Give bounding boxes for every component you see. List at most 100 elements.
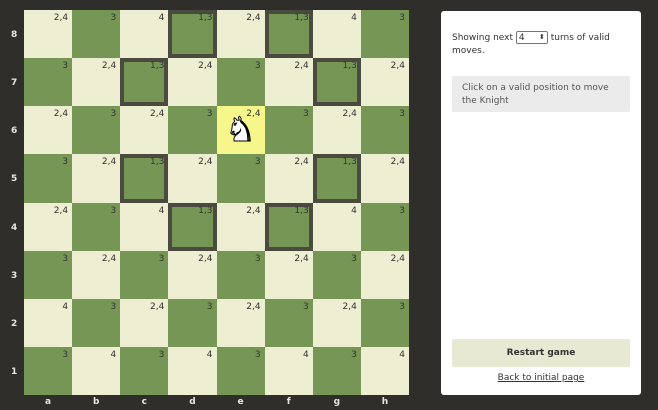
- square-h4[interactable]: 3: [360, 202, 409, 251]
- square-d4[interactable]: 1,3: [168, 202, 217, 251]
- square-g8[interactable]: 4: [312, 10, 361, 59]
- square-a1[interactable]: 3: [24, 346, 73, 395]
- restart-game-button[interactable]: Restart game: [452, 339, 630, 367]
- square-a2[interactable]: 4: [24, 298, 73, 347]
- square-a4[interactable]: 2,4: [24, 202, 73, 251]
- file-label: b: [92, 397, 100, 407]
- move-count-label: 4: [303, 349, 309, 360]
- square-g6[interactable]: 2,4: [312, 106, 361, 155]
- square-a8[interactable]: 2,4: [24, 10, 73, 59]
- move-count-label: 2,4: [101, 61, 117, 72]
- square-f3[interactable]: 2,4: [264, 250, 313, 299]
- move-count-label: 2,4: [294, 157, 309, 168]
- move-count-label: 4: [62, 301, 69, 312]
- move-count-label: 2,4: [294, 253, 309, 264]
- file-labels: a b c d e f g h: [24, 395, 409, 410]
- square-b6[interactable]: 3: [72, 106, 121, 155]
- move-count-label: 3: [62, 157, 69, 168]
- move-count-label: 2,4: [101, 253, 117, 264]
- square-e2[interactable]: 2,4: [216, 298, 265, 347]
- rank-label: 1: [11, 366, 18, 377]
- square-f4[interactable]: 1,3: [264, 202, 313, 251]
- square-d2[interactable]: 3: [168, 298, 217, 347]
- square-c4[interactable]: 4: [120, 202, 169, 251]
- square-b3[interactable]: 2,4: [72, 250, 121, 299]
- square-g4[interactable]: 4: [312, 202, 361, 251]
- square-h1[interactable]: 4: [360, 346, 409, 395]
- square-e8[interactable]: 2,4: [216, 10, 265, 59]
- square-a6[interactable]: 2,4: [24, 106, 73, 155]
- square-f5[interactable]: 2,4: [264, 154, 313, 203]
- square-a7[interactable]: 3: [24, 58, 73, 107]
- square-a5[interactable]: 3: [24, 154, 73, 203]
- move-count-label: 2,4: [246, 301, 261, 312]
- rank-label-row: 4: [0, 203, 24, 251]
- square-f1[interactable]: 4: [264, 346, 313, 395]
- square-e6[interactable]: ♞ 2,4: [216, 106, 265, 155]
- back-to-initial-page-link[interactable]: Back to initial page: [441, 373, 641, 383]
- square-c6[interactable]: 2,4: [120, 106, 169, 155]
- square-d7[interactable]: 2,4: [168, 58, 217, 107]
- move-count-label: 3: [399, 109, 405, 120]
- square-g2[interactable]: 2,4: [312, 298, 361, 347]
- square-e7[interactable]: 3: [216, 58, 265, 107]
- square-c8[interactable]: 4: [120, 10, 169, 59]
- move-count-label: 2,4: [101, 157, 117, 168]
- square-f8[interactable]: 1,3: [264, 10, 313, 59]
- square-h6[interactable]: 3: [360, 106, 409, 155]
- move-count-label: 2,4: [53, 205, 69, 216]
- move-count-label: 3: [254, 157, 261, 168]
- square-e1[interactable]: 3: [216, 346, 265, 395]
- rank-label-row: 2: [0, 299, 24, 347]
- square-c7[interactable]: 1,3: [120, 58, 169, 107]
- square-d6[interactable]: 3: [168, 106, 217, 155]
- file-label: a: [45, 397, 52, 407]
- square-c5[interactable]: 1,3: [120, 154, 169, 203]
- side-panel: Showing next 4 ⬍ turns of valid moves. Cl…: [441, 11, 641, 395]
- square-g7[interactable]: 1,3: [312, 58, 361, 107]
- square-d8[interactable]: 1,3: [168, 10, 217, 59]
- move-count-label: 1,3: [294, 205, 309, 216]
- square-b2[interactable]: 3: [72, 298, 121, 347]
- square-h7[interactable]: 2,4: [360, 58, 409, 107]
- square-h3[interactable]: 2,4: [360, 250, 409, 299]
- square-e5[interactable]: 3: [216, 154, 265, 203]
- square-h5[interactable]: 2,4: [360, 154, 409, 203]
- square-f2[interactable]: 3: [264, 298, 313, 347]
- square-g3[interactable]: 3: [312, 250, 361, 299]
- spin-arrows-icon[interactable]: ⬍: [539, 32, 545, 43]
- move-count-label: 2,4: [294, 61, 309, 72]
- square-a3[interactable]: 3: [24, 250, 73, 299]
- square-e3[interactable]: 3: [216, 250, 265, 299]
- square-b4[interactable]: 3: [72, 202, 121, 251]
- chess-board: 2,4 3 4 1,3 2,4 1,3 4 3 3 2,4 1,3 2,4 3 2,4 1,3 2,4 2,4 3…: [24, 10, 409, 395]
- square-f6[interactable]: 3: [264, 106, 313, 155]
- move-count-label: 4: [399, 349, 405, 360]
- square-g1[interactable]: 3: [312, 346, 361, 395]
- square-c2[interactable]: 2,4: [120, 298, 169, 347]
- square-c1[interactable]: 3: [120, 346, 169, 395]
- square-c3[interactable]: 3: [120, 250, 169, 299]
- square-g5[interactable]: 1,3: [312, 154, 361, 203]
- square-d5[interactable]: 2,4: [168, 154, 217, 203]
- square-d3[interactable]: 2,4: [168, 250, 217, 299]
- square-b7[interactable]: 2,4: [72, 58, 121, 107]
- move-count-label: 3: [158, 253, 165, 264]
- move-count-label: 4: [351, 13, 357, 23]
- move-count-label: 3: [399, 205, 405, 216]
- move-count-label: 3: [399, 301, 405, 312]
- square-h2[interactable]: 3: [360, 298, 409, 347]
- square-e4[interactable]: 2,4: [216, 202, 265, 251]
- square-b1[interactable]: 4: [72, 346, 121, 395]
- move-count-label: 2,4: [198, 253, 213, 264]
- square-d1[interactable]: 4: [168, 346, 217, 395]
- square-b8[interactable]: 3: [72, 10, 121, 59]
- move-count-label: 3: [254, 253, 261, 264]
- move-count-label: 3: [254, 61, 261, 72]
- turns-stepper[interactable]: 4 ⬍: [515, 31, 548, 44]
- square-f7[interactable]: 2,4: [264, 58, 313, 107]
- board-area: 8 7 6 5 4 3 2 1 2,4 3 4 1,3 2,4 1,3 4 3 3 2,4 1,3 2,4 3 2,4 1…: [0, 0, 420, 410]
- rank-label: 6: [11, 126, 18, 137]
- square-h8[interactable]: 3: [360, 10, 409, 59]
- square-b5[interactable]: 2,4: [72, 154, 121, 203]
